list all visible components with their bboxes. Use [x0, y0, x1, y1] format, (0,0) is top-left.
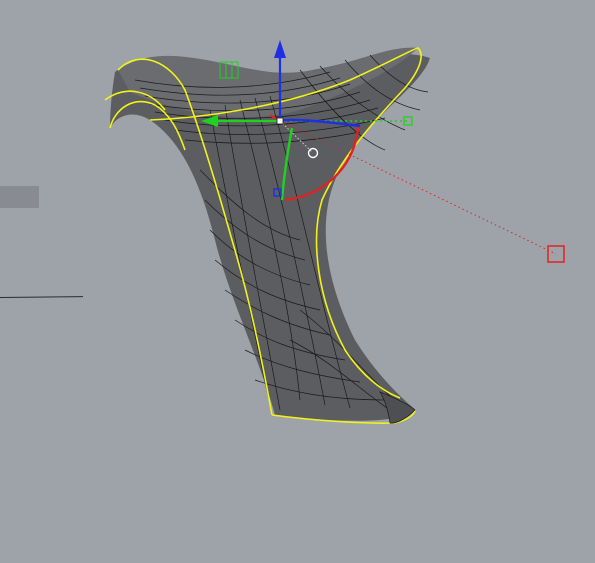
- rhino-viewport[interactable]: [0, 0, 595, 563]
- gizmo-center[interactable]: [276, 117, 284, 125]
- scene-canvas[interactable]: [0, 0, 595, 563]
- move-arrow-icon[interactable]: [274, 40, 286, 58]
